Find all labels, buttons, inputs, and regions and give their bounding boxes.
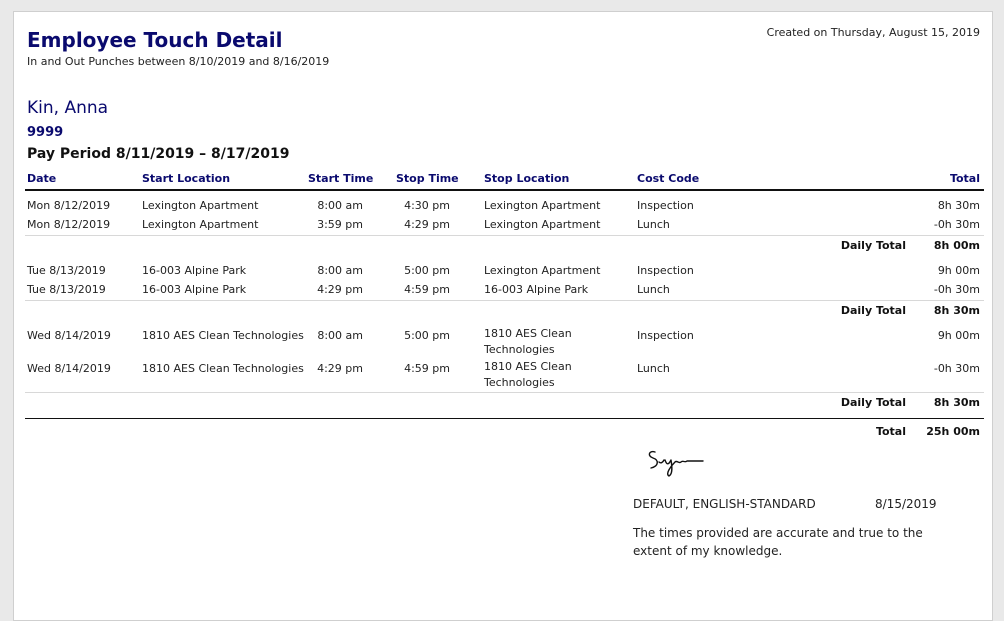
col-header-total: Total <box>949 172 980 185</box>
row-date: Mon 8/12/2019 <box>27 218 111 231</box>
row-cost-code: Lunch <box>637 362 670 375</box>
report-subtitle: In and Out Punches between 8/10/2019 and… <box>27 55 330 68</box>
row-start-location: 1810 AES Clean Technologies <box>142 329 304 342</box>
header-divider <box>25 189 984 191</box>
row-total: -0h 30m <box>933 283 980 296</box>
row-stop-location: Lexington Apartment <box>484 218 601 231</box>
row-cost-code: Lunch <box>637 283 670 296</box>
row-total: -0h 30m <box>933 362 980 375</box>
row-start-location: Lexington Apartment <box>142 218 259 231</box>
row-start-time: 8:00 am <box>317 329 363 342</box>
pay-period: Pay Period 8/11/2019 – 8/17/2019 <box>27 146 290 162</box>
signature-image <box>645 444 709 478</box>
row-start-location: 1810 AES Clean Technologies <box>142 362 304 375</box>
row-stop-location: 1810 AES Clean Technologies <box>484 327 572 356</box>
daily-total-value: 8h 00m <box>933 239 980 252</box>
row-start-time: 4:29 pm <box>317 362 363 375</box>
signer-name: DEFAULT, ENGLISH-STANDARD <box>633 497 816 511</box>
row-total: -0h 30m <box>933 218 980 231</box>
col-header-stop-location: Stop Location <box>484 172 570 185</box>
row-start-location: 16-003 Alpine Park <box>142 283 247 296</box>
row-total: 8h 30m <box>937 199 980 212</box>
daily-total-label: Daily Total <box>840 239 906 252</box>
row-stop-location: 16-003 Alpine Park <box>484 283 589 296</box>
row-stop-time: 5:00 pm <box>404 264 450 277</box>
col-header-start-time: Start Time <box>308 172 374 185</box>
col-header-date: Date <box>27 172 57 185</box>
row-stop-location: Lexington Apartment <box>484 199 601 212</box>
signature-date: 8/15/2019 <box>875 497 937 511</box>
total-divider <box>25 418 984 419</box>
row-start-time: 4:29 pm <box>317 283 363 296</box>
group-divider <box>25 300 984 301</box>
daily-total-value: 8h 30m <box>933 396 980 409</box>
row-stop-location: Lexington Apartment <box>484 264 601 277</box>
row-date: Mon 8/12/2019 <box>27 199 111 212</box>
row-start-location: Lexington Apartment <box>142 199 259 212</box>
row-stop-time: 5:00 pm <box>404 329 450 342</box>
employee-id: 9999 <box>27 125 64 140</box>
row-date: Tue 8/13/2019 <box>27 283 106 296</box>
col-header-stop-time: Stop Time <box>396 172 459 185</box>
row-stop-time: 4:30 pm <box>404 199 450 212</box>
col-header-start-location: Start Location <box>142 172 231 185</box>
row-total: 9h 00m <box>937 329 980 342</box>
daily-total-label: Daily Total <box>840 396 906 409</box>
row-cost-code: Inspection <box>637 264 694 277</box>
grand-total-label: Total <box>875 425 906 438</box>
row-date: Wed 8/14/2019 <box>27 362 111 375</box>
col-header-cost-code: Cost Code <box>637 172 700 185</box>
row-date: Wed 8/14/2019 <box>27 329 111 342</box>
report-title: Employee Touch Detail <box>27 28 283 52</box>
created-date: Created on Thursday, August 15, 2019 <box>766 26 980 39</box>
row-cost-code: Inspection <box>637 199 694 212</box>
row-cost-code: Lunch <box>637 218 670 231</box>
daily-total-value: 8h 30m <box>933 304 980 317</box>
group-divider <box>25 235 984 236</box>
row-cost-code: Inspection <box>637 329 694 342</box>
group-divider <box>25 392 984 393</box>
row-start-time: 3:59 pm <box>317 218 363 231</box>
daily-total-label: Daily Total <box>840 304 906 317</box>
row-start-time: 8:00 am <box>317 199 363 212</box>
grand-total-value: 25h 00m <box>926 425 980 438</box>
row-stop-time: 4:59 pm <box>404 283 450 296</box>
row-total: 9h 00m <box>937 264 980 277</box>
row-start-time: 8:00 am <box>317 264 363 277</box>
row-date: Tue 8/13/2019 <box>27 264 106 277</box>
report-page: Employee Touch Detail In and Out Punches… <box>13 11 993 621</box>
row-stop-time: 4:29 pm <box>404 218 450 231</box>
row-start-location: 16-003 Alpine Park <box>142 264 247 277</box>
attestation-statement: The times provided are accurate and true… <box>633 526 923 558</box>
employee-name: Kin, Anna <box>27 98 109 118</box>
row-stop-time: 4:59 pm <box>404 362 450 375</box>
row-stop-location: 1810 AES Clean Technologies <box>484 360 572 389</box>
signature-scribble <box>648 450 704 477</box>
